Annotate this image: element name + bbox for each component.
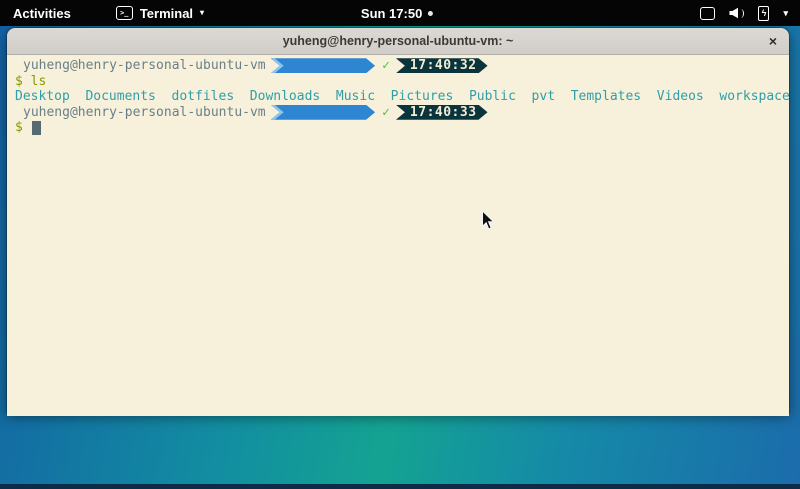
chevron-down-icon: ▾ bbox=[200, 9, 204, 17]
volume-wave-icon bbox=[739, 9, 744, 18]
prompt-user-host: yuheng@henry-personal-ubuntu-vm bbox=[15, 58, 266, 74]
close-icon[interactable]: × bbox=[766, 28, 780, 54]
volume-cone-icon bbox=[729, 8, 738, 19]
prompt-line-1: yuheng@henry-personal-ubuntu-vm ~ ✓ 17:4… bbox=[15, 58, 789, 74]
top-bar: Activities >_ Terminal ▾ Sun 17:50 ϟ ▾ bbox=[0, 0, 800, 26]
ls-output-line: Desktop Documents dotfiles Downloads Mus… bbox=[15, 89, 789, 105]
app-menu-label: Terminal bbox=[140, 6, 193, 21]
terminal-cursor bbox=[32, 121, 41, 135]
clock-menu[interactable]: Sun 17:50 bbox=[361, 6, 433, 21]
prompt-cwd-segment: ~ bbox=[271, 105, 375, 120]
powerline-chevron-icon bbox=[271, 58, 284, 73]
chevron-down-icon: ▾ bbox=[783, 8, 788, 19]
app-menu[interactable]: >_ Terminal ▾ bbox=[116, 6, 204, 21]
terminal-app-icon: >_ bbox=[116, 6, 133, 20]
screen-icon bbox=[700, 7, 715, 20]
powerline-chevron-icon bbox=[271, 105, 284, 120]
command-line-1: $ ls bbox=[15, 74, 789, 90]
command-line-2: $ bbox=[15, 120, 789, 136]
command-text: ls bbox=[31, 74, 47, 89]
window-title: yuheng@henry-personal-ubuntu-vm: ~ bbox=[283, 34, 514, 48]
activities-button[interactable]: Activities bbox=[13, 6, 71, 21]
terminal-window: yuheng@henry-personal-ubuntu-vm: ~ × yuh… bbox=[7, 28, 789, 413]
battery-charging-icon: ϟ bbox=[758, 6, 769, 21]
volume-icon bbox=[729, 8, 744, 19]
clock-label: Sun 17:50 bbox=[361, 6, 422, 21]
notification-dot-icon bbox=[428, 11, 433, 16]
prompt-time-segment: 17:40:32 bbox=[396, 58, 488, 73]
prompt-symbol: $ bbox=[15, 74, 23, 89]
prompt-cwd-segment: ~ bbox=[271, 58, 375, 73]
status-check-icon: ✓ bbox=[382, 58, 390, 74]
prompt-cwd: ~ bbox=[351, 135, 359, 150]
prompt-user-host: yuheng@henry-personal-ubuntu-vm bbox=[15, 105, 266, 121]
prompt-line-2: yuheng@henry-personal-ubuntu-vm ~ ✓ 17:4… bbox=[15, 105, 789, 121]
status-check-icon: ✓ bbox=[382, 105, 390, 121]
terminal-content[interactable]: yuheng@henry-personal-ubuntu-vm ~ ✓ 17:4… bbox=[7, 55, 789, 416]
prompt-time-segment: 17:40:33 bbox=[396, 105, 488, 120]
prompt-symbol: $ bbox=[15, 120, 23, 135]
system-status-area[interactable]: ϟ ▾ bbox=[700, 6, 788, 21]
desktop-bottom-strip bbox=[0, 484, 800, 489]
window-titlebar[interactable]: yuheng@henry-personal-ubuntu-vm: ~ × bbox=[7, 28, 789, 55]
